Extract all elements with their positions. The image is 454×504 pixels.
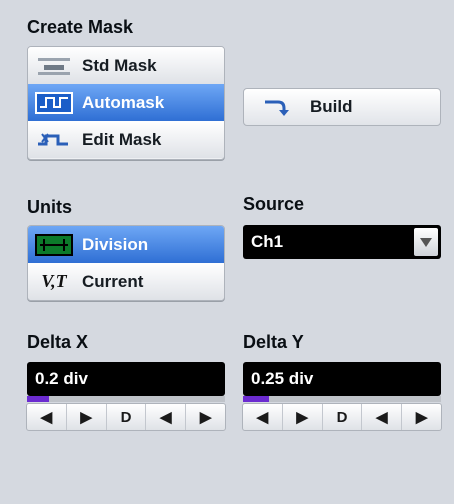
delta-y-field[interactable]: 0.25 div bbox=[243, 362, 441, 396]
delta-x-fine-right-button[interactable]: ▶ bbox=[186, 404, 225, 430]
delta-x-stepper: ◀ ▶ D ◀ ▶ bbox=[26, 403, 226, 431]
delta-y-slider[interactable] bbox=[243, 396, 441, 402]
division-button[interactable]: Division bbox=[28, 226, 224, 264]
delta-x-coarse-right-button[interactable]: ▶ bbox=[67, 404, 107, 430]
source-select[interactable]: Ch1 bbox=[243, 225, 441, 259]
build-label: Build bbox=[310, 97, 353, 116]
units-label: Units bbox=[27, 197, 72, 217]
std-mask-icon bbox=[34, 55, 74, 77]
division-label: Division bbox=[82, 234, 149, 254]
automask-icon bbox=[34, 91, 74, 114]
delta-y-coarse-right-button[interactable]: ▶ bbox=[283, 404, 323, 430]
std-mask-label: Std Mask bbox=[82, 55, 157, 75]
std-mask-button[interactable]: Std Mask bbox=[28, 47, 224, 85]
delta-y-fine-right-button[interactable]: ▶ bbox=[402, 404, 441, 430]
delta-x-default-button[interactable]: D bbox=[107, 404, 147, 430]
delta-y-default-button[interactable]: D bbox=[323, 404, 363, 430]
delta-x-coarse-left-button[interactable]: ◀ bbox=[27, 404, 67, 430]
build-button[interactable]: Build bbox=[243, 88, 441, 126]
create-mask-label: Create Mask bbox=[27, 17, 134, 37]
automask-button[interactable]: Automask bbox=[28, 84, 224, 122]
source-value: Ch1 bbox=[251, 232, 284, 251]
build-arrow-icon bbox=[256, 97, 296, 117]
create-mask-group: Std Mask Automask Edit Mask bbox=[27, 46, 225, 160]
division-icon bbox=[34, 233, 74, 256]
delta-y-fine-left-button[interactable]: ◀ bbox=[362, 404, 403, 430]
vt-current-icon: V,T bbox=[41, 271, 67, 291]
delta-x-slider[interactable] bbox=[27, 396, 225, 402]
delta-y-coarse-left-button[interactable]: ◀ bbox=[243, 404, 283, 430]
delta-x-fine-left-button[interactable]: ◀ bbox=[146, 404, 187, 430]
delta-x-label: Delta X bbox=[27, 332, 89, 352]
current-label: Current bbox=[82, 271, 144, 291]
delta-x-value: 0.2 div bbox=[35, 369, 88, 388]
chevron-down-icon[interactable] bbox=[414, 228, 438, 256]
delta-y-value: 0.25 div bbox=[251, 369, 314, 388]
delta-y-stepper: ◀ ▶ D ◀ ▶ bbox=[242, 403, 442, 431]
delta-y-label: Delta Y bbox=[243, 332, 304, 352]
source-label: Source bbox=[243, 194, 305, 214]
delta-x-field[interactable]: 0.2 div bbox=[27, 362, 225, 396]
current-button[interactable]: V,T Current bbox=[28, 263, 224, 300]
edit-mask-icon bbox=[34, 129, 74, 151]
edit-mask-button[interactable]: Edit Mask bbox=[28, 121, 224, 158]
units-group: Division V,T Current bbox=[27, 225, 225, 301]
edit-mask-label: Edit Mask bbox=[82, 129, 162, 149]
automask-label: Automask bbox=[82, 92, 165, 112]
